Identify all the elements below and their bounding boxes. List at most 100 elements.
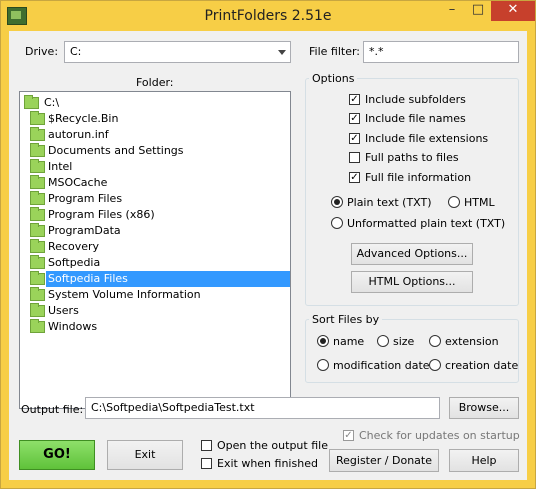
register-donate-button[interactable]: Register / Donate <box>329 449 439 472</box>
folder-icon <box>30 239 45 253</box>
sort-creation-label: creation date <box>445 359 519 372</box>
folder-icon <box>30 207 45 221</box>
open-output-checkbox[interactable] <box>201 440 212 451</box>
title-bar[interactable]: PrintFolders 2.51e – □ ✕ <box>1 1 535 31</box>
maximize-button[interactable]: □ <box>465 1 491 21</box>
full-file-info-label: Full file information <box>365 171 472 184</box>
browse-button[interactable]: Browse... <box>449 397 519 419</box>
check-updates-label: Check for updates on startup <box>359 429 520 442</box>
check-updates-checkbox[interactable]: ✓ <box>343 430 354 441</box>
folder-icon <box>30 159 45 173</box>
tree-item-label: C:\ <box>44 96 60 109</box>
exit-when-finished-label: Exit when finished <box>217 457 318 470</box>
full-paths-label: Full paths to files <box>365 151 459 164</box>
tree-item-label: Users <box>48 304 79 317</box>
html-options-button[interactable]: HTML Options... <box>351 271 473 293</box>
sort-group-title: Sort Files by <box>309 313 383 326</box>
tree-item[interactable]: autorun.inf <box>20 127 290 143</box>
tree-item-label: Recovery <box>48 240 100 253</box>
tree-item-label: Windows <box>48 320 98 333</box>
tree-item[interactable]: Documents and Settings <box>20 143 290 159</box>
folder-icon <box>24 95 39 109</box>
folder-icon <box>30 271 45 285</box>
format-unformatted-radio[interactable] <box>331 217 343 229</box>
tree-item-label: $Recycle.Bin <box>48 112 119 125</box>
open-output-label: Open the output file <box>217 439 328 452</box>
tree-item[interactable]: Users <box>20 303 290 319</box>
sort-size-radio[interactable] <box>377 335 389 347</box>
folder-icon <box>30 223 45 237</box>
sort-extension-radio[interactable] <box>429 335 441 347</box>
app-window: PrintFolders 2.51e – □ ✕ Drive: C: File … <box>0 0 536 489</box>
help-button[interactable]: Help <box>449 449 519 472</box>
tree-item[interactable]: Recovery <box>20 239 290 255</box>
sort-extension-label: extension <box>445 335 499 348</box>
folder-tree[interactable]: C:\ $Recycle.Bin autorun.inf Documents and … <box>19 91 291 409</box>
include-file-names-label: Include file names <box>365 112 466 125</box>
tree-item[interactable]: $Recycle.Bin <box>20 111 290 127</box>
drive-select[interactable]: C: <box>64 41 291 63</box>
include-file-extensions-label: Include file extensions <box>365 132 489 145</box>
folder-icon <box>30 319 45 333</box>
client-area: Drive: C: File filter: *.* Folder: C:\ $R… <box>9 31 527 480</box>
tree-item[interactable]: Softpedia Files <box>20 271 290 287</box>
include-file-extensions-checkbox[interactable]: ✓ <box>349 133 360 144</box>
output-file-label: Output file: <box>21 403 84 416</box>
sort-modification-radio[interactable] <box>317 359 329 371</box>
options-group-title: Options <box>309 72 358 85</box>
tree-item[interactable]: Intel <box>20 159 290 175</box>
include-subfolders-checkbox[interactable]: ✓ <box>349 94 360 105</box>
folder-icon <box>30 143 45 157</box>
folder-label: Folder: <box>136 76 174 89</box>
format-plain-label: Plain text (TXT) <box>347 196 432 209</box>
advanced-options-button[interactable]: Advanced Options... <box>351 243 473 265</box>
output-file-input[interactable]: C:\Softpedia\SoftpediaTest.txt <box>85 397 440 419</box>
go-button[interactable]: GO! <box>19 440 95 470</box>
exit-button[interactable]: Exit <box>107 440 183 470</box>
sort-name-radio[interactable] <box>317 335 329 347</box>
folder-icon <box>30 191 45 205</box>
sort-modification-label: modification date <box>333 359 430 372</box>
format-html-radio[interactable] <box>448 196 460 208</box>
tree-item[interactable]: System Volume Information <box>20 287 290 303</box>
tree-item[interactable]: Program Files (x86) <box>20 207 290 223</box>
folder-icon <box>30 303 45 317</box>
tree-item-label: Program Files <box>48 192 123 205</box>
folder-icon <box>30 127 45 141</box>
sort-name-label: name <box>333 335 365 348</box>
tree-item[interactable]: Windows <box>20 319 290 335</box>
tree-item-label: ProgramData <box>48 224 121 237</box>
format-plain-radio[interactable] <box>331 196 343 208</box>
minimize-button[interactable]: – <box>439 1 465 21</box>
tree-item-label: Softpedia <box>48 256 101 269</box>
drive-value: C: <box>70 45 82 58</box>
exit-when-finished-checkbox[interactable] <box>201 458 212 469</box>
tree-item-label: System Volume Information <box>48 288 201 301</box>
tree-item[interactable]: Softpedia <box>20 255 290 271</box>
drive-label: Drive: <box>25 45 59 58</box>
tree-item-label: Softpedia Files <box>46 271 290 287</box>
folder-icon <box>30 287 45 301</box>
full-file-info-checkbox[interactable]: ✓ <box>349 172 360 183</box>
tree-item-label: Intel <box>48 160 73 173</box>
tree-item[interactable]: MSOCache <box>20 175 290 191</box>
tree-item-label: Program Files (x86) <box>48 208 155 221</box>
include-subfolders-label: Include subfolders <box>365 93 466 106</box>
include-file-names-checkbox[interactable]: ✓ <box>349 113 360 124</box>
sort-size-label: size <box>393 335 415 348</box>
tree-item-label: Documents and Settings <box>48 144 184 157</box>
full-paths-checkbox[interactable] <box>349 152 360 163</box>
format-unformatted-label: Unformatted plain text (TXT) <box>347 217 506 230</box>
tree-item[interactable]: Program Files <box>20 191 290 207</box>
file-filter-label: File filter: <box>309 45 361 58</box>
tree-item[interactable]: ProgramData <box>20 223 290 239</box>
sort-creation-radio[interactable] <box>429 359 441 371</box>
tree-item-label: MSOCache <box>48 176 108 189</box>
file-filter-input[interactable]: *.* <box>363 41 519 63</box>
close-button[interactable]: ✕ <box>491 1 535 21</box>
folder-icon <box>30 175 45 189</box>
folder-icon <box>30 111 45 125</box>
chevron-down-icon <box>278 50 286 55</box>
sort-group <box>305 319 519 383</box>
folder-icon <box>30 255 45 269</box>
